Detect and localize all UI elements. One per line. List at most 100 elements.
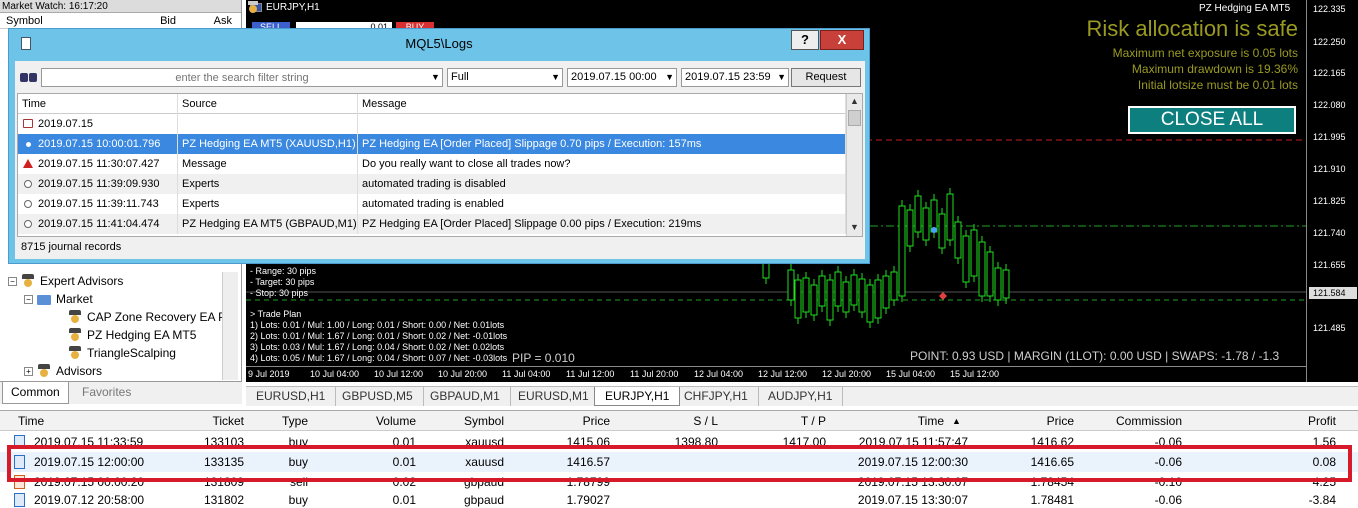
chart-tab-eurjpy-h1[interactable]: EURJPY,H1 xyxy=(594,387,681,406)
search-filter-input[interactable] xyxy=(41,68,443,87)
log-time: 2019.07.15 10:00:01.796 xyxy=(18,134,178,154)
market-watch-title: Market Watch: 16:17:20 xyxy=(0,0,241,13)
help-button[interactable]: ? xyxy=(791,30,819,50)
column-bid[interactable]: Bid xyxy=(120,13,180,28)
log-message: PZ Hedging EA [Order Placed] Slippage 0.… xyxy=(358,134,846,154)
navigator-scrollbar[interactable] xyxy=(222,272,238,380)
column-symbol[interactable]: Symbol xyxy=(424,411,504,431)
log-row-selected[interactable]: 2019.07.15 10:00:01.796 PZ Hedging EA MT… xyxy=(18,134,846,154)
column-ticket[interactable]: Ticket xyxy=(176,411,244,431)
cell-volume: 0.01 xyxy=(392,493,416,507)
log-source xyxy=(178,114,358,134)
candle-body xyxy=(858,278,866,313)
date-from-picker[interactable]: 2019.07.15 00:00 ▼ xyxy=(567,68,677,87)
tab-favorites[interactable]: Favorites xyxy=(74,382,139,404)
log-message: PZ Hedging EA [Order Placed] Slippage 0.… xyxy=(358,214,846,234)
journal-record-count: 8715 journal records xyxy=(21,241,122,253)
column-commission[interactable]: Commission xyxy=(1082,411,1182,431)
time-tick: 12 Jul 20:00 xyxy=(822,369,872,379)
tree-item-pz-hedging[interactable]: PZ Hedging EA MT5 xyxy=(68,326,196,344)
chart-status-line: POINT: 0.93 USD | MARGIN (1LOT): 0.00 US… xyxy=(910,349,1280,363)
candle-body xyxy=(922,207,930,241)
chart-tab-eurusd-m1[interactable]: EURUSD,M1 xyxy=(508,387,600,406)
price-scale[interactable]: 122.335 122.250 122.165 122.080 121.995 … xyxy=(1306,0,1358,382)
log-level-select[interactable]: Full ▼ xyxy=(447,68,563,87)
column-tp[interactable]: T / P xyxy=(724,411,826,431)
tree-item-triangle-scalping[interactable]: TriangleScalping xyxy=(68,344,176,362)
column-symbol[interactable]: Symbol xyxy=(0,13,120,28)
folder-icon xyxy=(37,292,51,306)
cell-symbol: gbpaud xyxy=(463,493,504,507)
chart-tab-audjpy-h1[interactable]: AUDJPY,H1 xyxy=(758,387,844,406)
cell-price: 1.79027 xyxy=(566,493,610,507)
pip-value-label: PIP = 0.010 xyxy=(512,351,575,365)
expert-icon xyxy=(68,310,82,324)
log-time: 2019.07.15 11:41:04.474 xyxy=(18,214,178,234)
time-axis[interactable]: 9 Jul 2019 10 Jul 04:00 10 Jul 12:00 10 … xyxy=(246,366,1306,382)
collapse-icon[interactable]: − xyxy=(8,276,17,286)
table-row[interactable]: 2019.07.12 20:58:00 131802 buy 0.01 gbpa… xyxy=(0,490,1358,508)
navigator-tabs: Common Favorites xyxy=(0,381,242,404)
tree-item-advisors[interactable]: + Advisors xyxy=(24,362,102,380)
risk-line-net-exposure: Maximum net exposure is 0.05 lots xyxy=(1112,46,1298,60)
column-time[interactable]: Time xyxy=(18,411,158,431)
expand-icon[interactable]: + xyxy=(24,366,33,376)
log-row[interactable]: 2019.07.15 11:30:07.427 Message Do you r… xyxy=(18,154,846,174)
candle-body xyxy=(938,213,946,249)
column-price[interactable]: Price xyxy=(512,411,610,431)
market-watch-header: Symbol Bid Ask xyxy=(0,13,241,29)
logs-titlebar[interactable]: MQL5\Logs ? X xyxy=(9,29,871,57)
candle-body xyxy=(787,269,795,301)
expert-folder-icon xyxy=(21,274,35,288)
cell-close-price: 1.78481 xyxy=(1030,493,1074,507)
entry-marker xyxy=(931,227,937,233)
candle-body xyxy=(994,267,1002,301)
log-time: 2019.07.15 11:39:09.930 xyxy=(18,174,178,194)
log-row[interactable]: 2019.07.15 xyxy=(18,114,846,134)
column-sl[interactable]: S / L xyxy=(616,411,718,431)
price-tick: 122.250 xyxy=(1313,37,1346,47)
scroll-down-icon[interactable]: ▼ xyxy=(847,220,862,235)
column-source[interactable]: Source xyxy=(178,94,358,114)
close-all-button[interactable]: CLOSE ALL xyxy=(1128,106,1296,134)
tree-item-expert-advisors[interactable]: − Expert Advisors xyxy=(8,272,123,290)
chart-tab-gbpaud-m1[interactable]: GBPAUD,M1 xyxy=(420,387,511,406)
tree-item-label: TriangleScalping xyxy=(87,346,176,360)
chart-tab-eurusd-h1[interactable]: EURUSD,H1 xyxy=(246,387,337,406)
date-from-value: 2019.07.15 00:00 xyxy=(571,71,657,83)
chevron-down-icon[interactable]: ▼ xyxy=(429,69,442,86)
column-close-time[interactable]: Time xyxy=(832,411,944,431)
column-volume[interactable]: Volume xyxy=(316,411,416,431)
tree-item-cap-zone-recovery[interactable]: CAP Zone Recovery EA P xyxy=(68,308,226,326)
chart-symbol: EURJPY,H1 xyxy=(250,2,320,13)
log-row[interactable]: 2019.07.15 11:41:04.474 PZ Hedging EA MT… xyxy=(18,214,846,234)
chart-tab-gbpusd-m5[interactable]: GBPUSD,M5 xyxy=(332,387,424,406)
column-type[interactable]: Type xyxy=(250,411,308,431)
chart-tab-chfjpy-h1[interactable]: CHFJPY,H1 xyxy=(674,387,759,406)
log-time: 2019.07.15 11:30:07.427 xyxy=(18,154,178,174)
date-to-picker[interactable]: 2019.07.15 23:59 ▼ xyxy=(681,68,789,87)
request-button[interactable]: Request xyxy=(791,68,861,87)
scroll-thumb[interactable] xyxy=(848,110,861,126)
column-message[interactable]: Message xyxy=(358,94,846,114)
candle-body xyxy=(946,193,954,241)
time-tick: 10 Jul 12:00 xyxy=(374,369,424,379)
cell-tp xyxy=(724,490,826,508)
close-button[interactable]: X xyxy=(820,30,864,50)
log-scrollbar[interactable]: ▲ ▼ xyxy=(846,94,862,236)
logs-title: MQL5\Logs xyxy=(405,36,473,51)
log-row[interactable]: 2019.07.15 11:39:11.743 Experts automate… xyxy=(18,194,846,214)
column-close-price[interactable]: Price xyxy=(974,411,1074,431)
column-time[interactable]: Time xyxy=(18,94,178,114)
scroll-up-icon[interactable]: ▲ xyxy=(847,94,862,109)
cell-sl xyxy=(616,490,718,508)
tab-common[interactable]: Common xyxy=(2,382,69,404)
column-profit[interactable]: Profit xyxy=(1190,411,1336,431)
price-tick: 121.825 xyxy=(1313,196,1346,206)
expert-hat-icon[interactable] xyxy=(246,0,260,14)
candle-body xyxy=(1002,269,1010,299)
log-row[interactable]: 2019.07.15 11:39:09.930 Experts automate… xyxy=(18,174,846,194)
collapse-icon[interactable]: − xyxy=(24,294,33,304)
column-ask[interactable]: Ask xyxy=(180,13,236,28)
tree-item-market[interactable]: − Market xyxy=(24,290,93,308)
